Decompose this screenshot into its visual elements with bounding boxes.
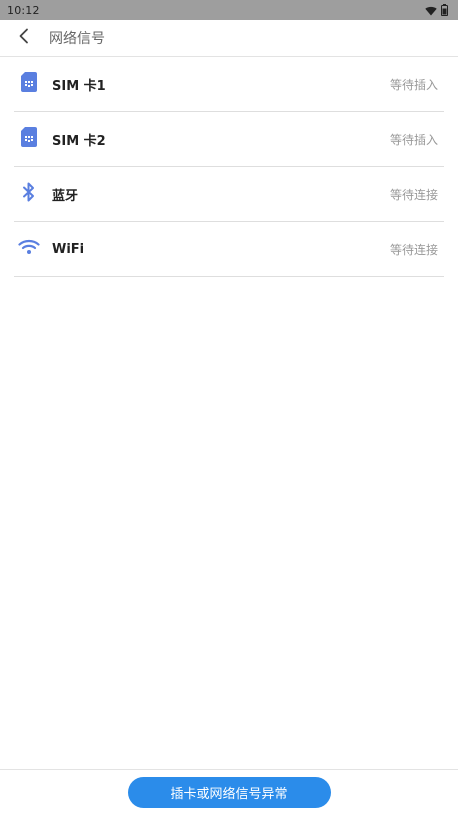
signal-list: SIM 卡1 等待插入 SIM 卡2 等待插入 蓝牙 等待连接 WiFi 等待连… xyxy=(14,57,444,277)
sim-card-icon xyxy=(21,72,37,96)
wifi-icon xyxy=(18,239,40,259)
wifi-icon xyxy=(425,1,437,20)
item-status: 等待连接 xyxy=(389,187,438,202)
chevron-left-icon xyxy=(18,28,30,48)
bluetooth-icon xyxy=(22,182,36,206)
status-icons xyxy=(425,1,448,20)
back-button[interactable] xyxy=(0,20,48,57)
list-item-bluetooth[interactable]: 蓝牙 等待连接 xyxy=(14,167,444,222)
battery-icon xyxy=(441,1,448,20)
item-label: WiFi xyxy=(52,241,85,257)
item-status: 等待插入 xyxy=(389,132,438,147)
header: 网络信号 xyxy=(0,20,458,57)
item-label: SIM 卡1 xyxy=(52,78,106,94)
item-label: SIM 卡2 xyxy=(52,133,106,149)
sim-card-icon xyxy=(21,127,37,151)
item-status: 等待连接 xyxy=(389,242,438,257)
list-item-sim2[interactable]: SIM 卡2 等待插入 xyxy=(14,112,444,167)
item-label: 蓝牙 xyxy=(52,188,79,204)
status-bar: 10:12 xyxy=(0,0,458,20)
list-item-wifi[interactable]: WiFi 等待连接 xyxy=(14,222,444,277)
list-item-sim1[interactable]: SIM 卡1 等待插入 xyxy=(14,57,444,112)
page-title: 网络信号 xyxy=(49,31,105,47)
status-time: 10:12 xyxy=(7,3,40,17)
item-status: 等待插入 xyxy=(389,77,438,92)
footer: 插卡或网络信号异常 xyxy=(0,769,458,815)
report-issue-button[interactable]: 插卡或网络信号异常 xyxy=(127,777,331,808)
